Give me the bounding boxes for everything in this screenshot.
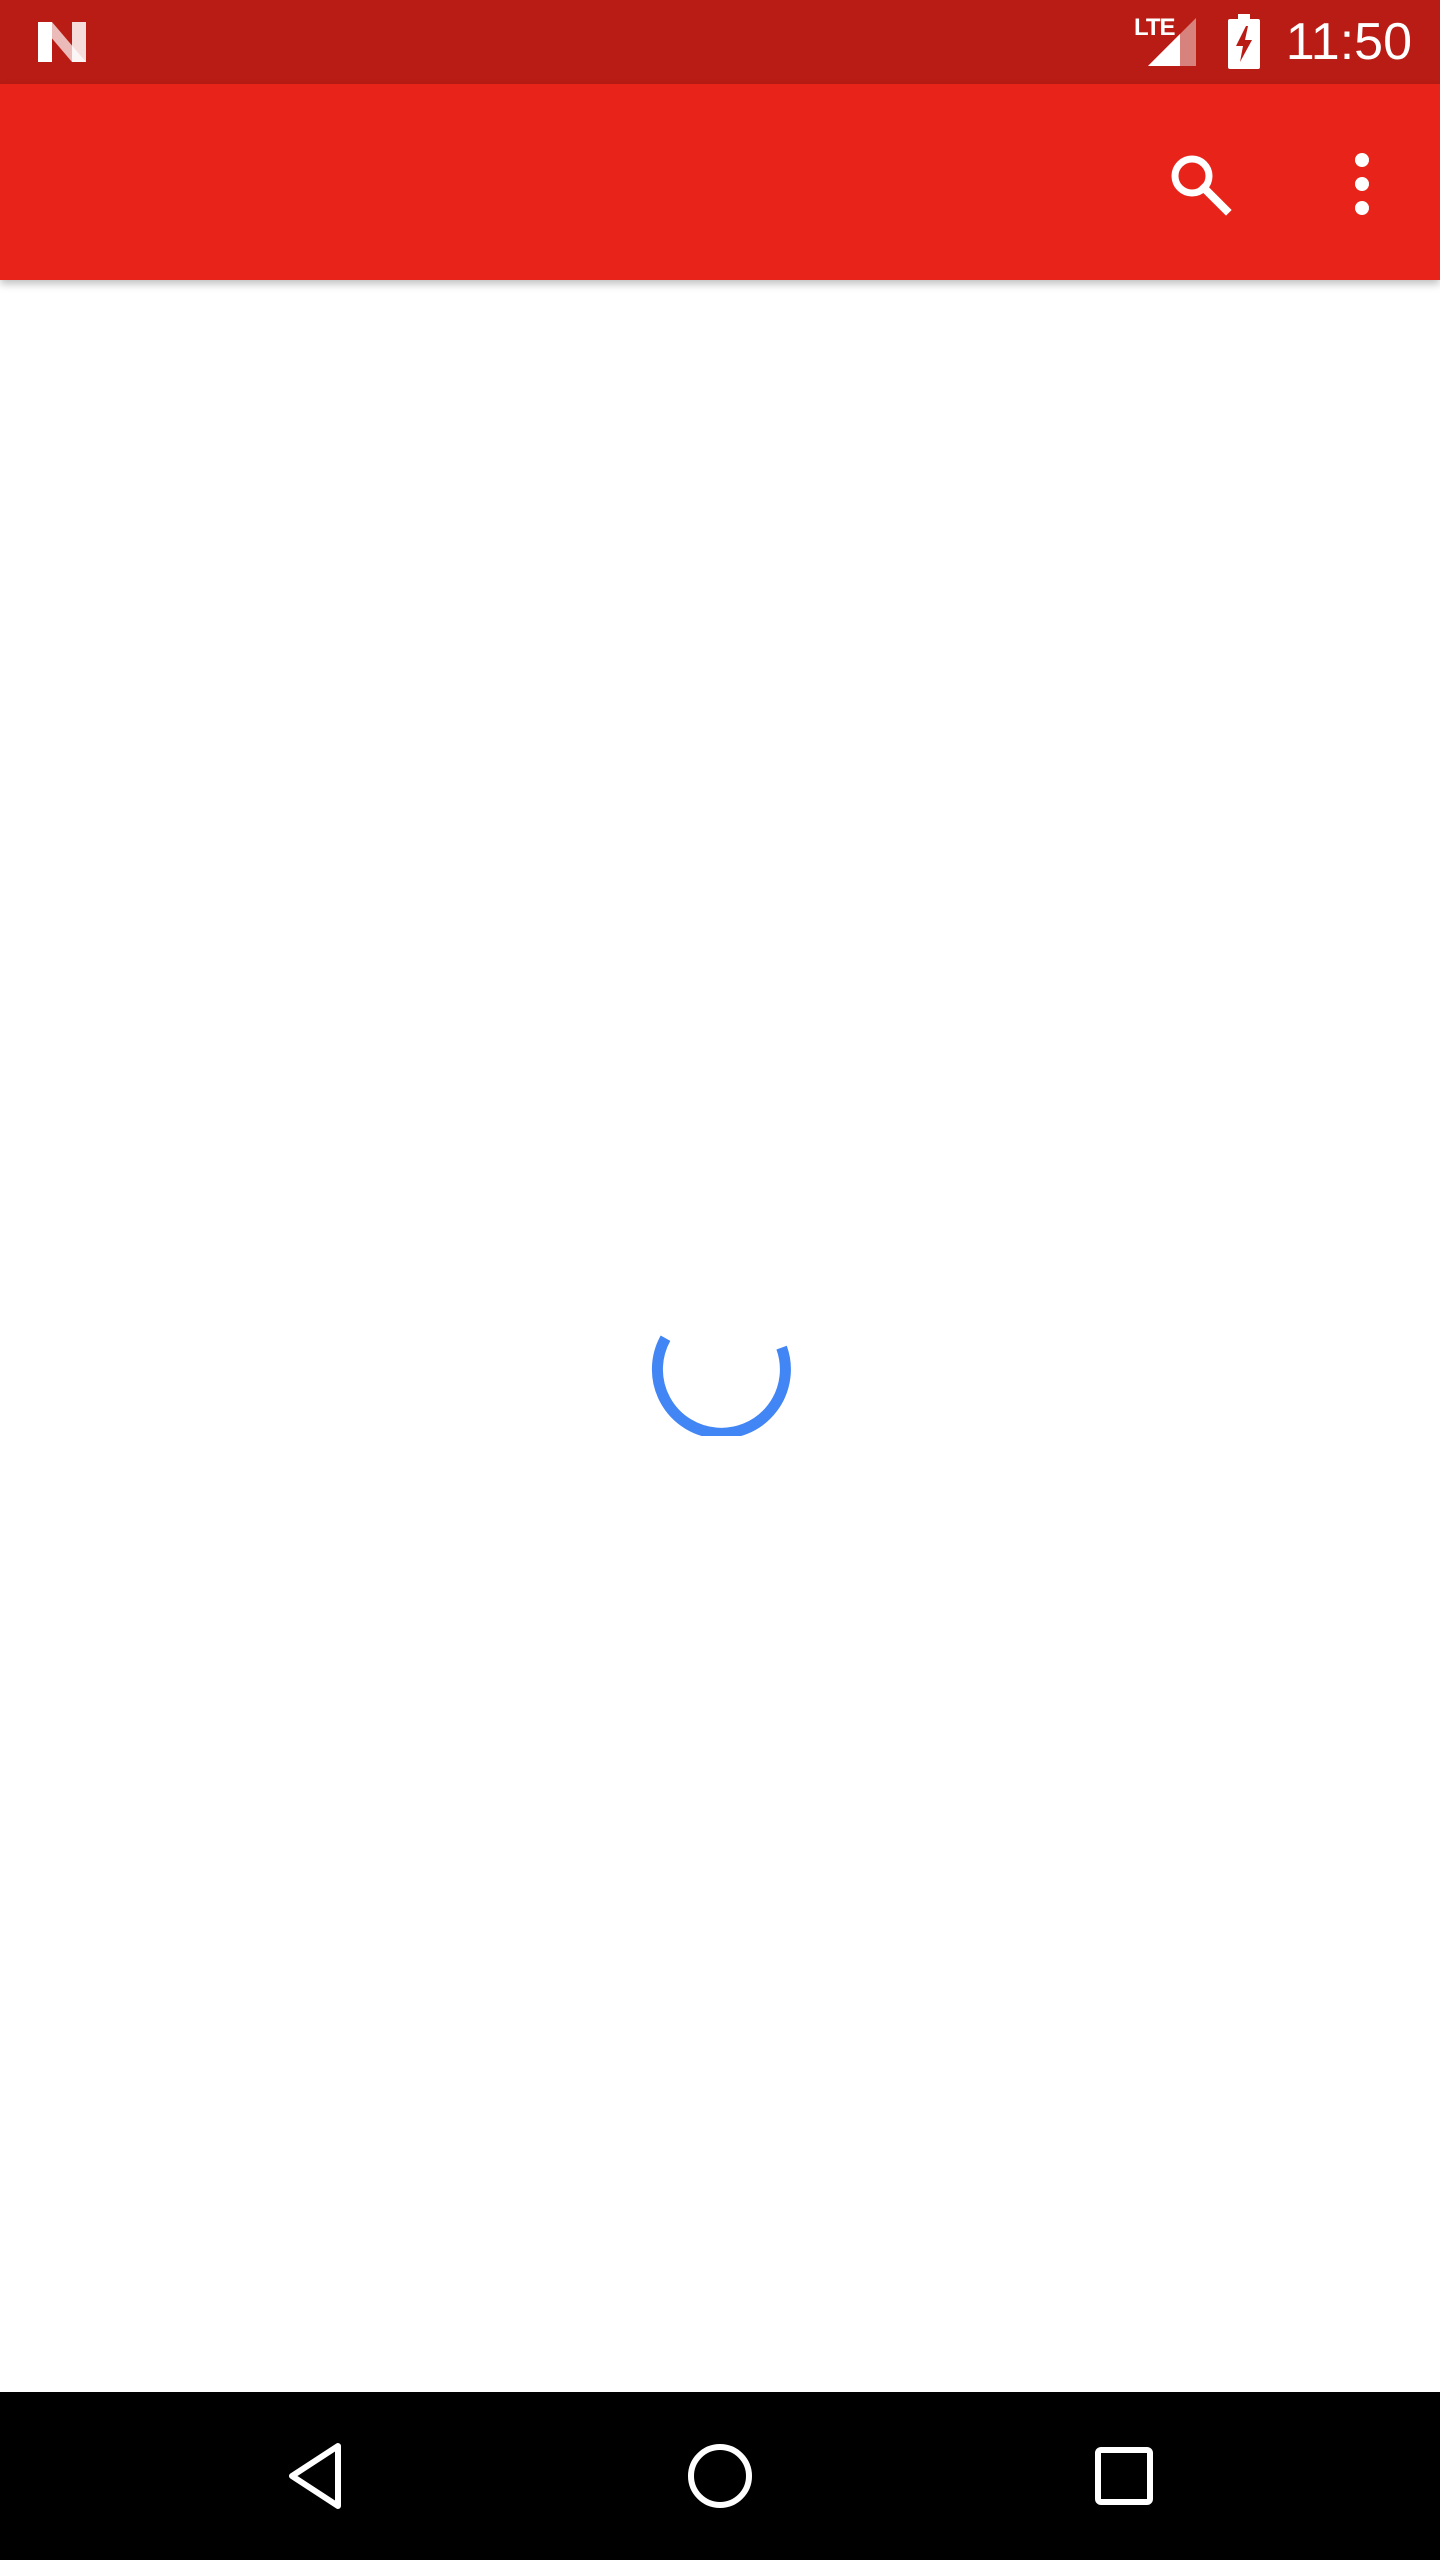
search-button[interactable] — [1150, 134, 1250, 234]
navigation-bar — [0, 2392, 1440, 2560]
home-icon — [688, 2444, 752, 2508]
signal-icon — [1148, 18, 1196, 66]
status-bar: LTE 11:50 — [0, 0, 1440, 84]
battery-charging-icon — [1228, 14, 1260, 69]
recents-icon — [1095, 2447, 1153, 2505]
status-clock: 11:50 — [1285, 13, 1412, 71]
recents-button[interactable] — [1064, 2416, 1184, 2536]
search-icon — [1171, 155, 1232, 216]
back-button[interactable] — [256, 2416, 376, 2536]
more-vert-icon — [1355, 153, 1369, 215]
notification-n-icon — [38, 22, 86, 62]
app-bar — [0, 84, 1440, 280]
more-options-button[interactable] — [1312, 134, 1412, 234]
loading-spinner — [651, 1335, 791, 1436]
home-button[interactable] — [660, 2416, 780, 2536]
screen: LTE 11:50 — [0, 0, 1440, 2560]
back-icon — [289, 2443, 341, 2509]
